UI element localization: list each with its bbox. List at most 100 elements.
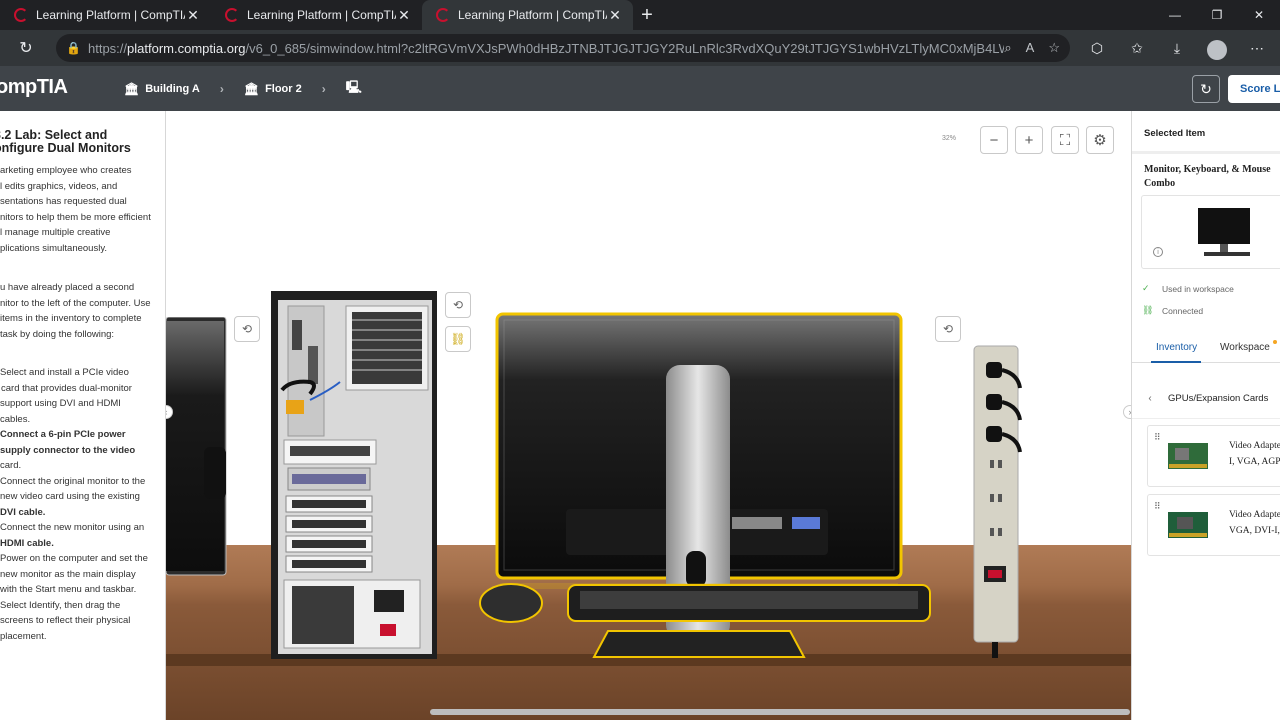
favorite-star-icon[interactable]: ☆ <box>1048 40 1060 56</box>
browser-tab-1[interactable]: Learning Platform | CompTIA ✕ <box>0 0 211 30</box>
selected-item-card[interactable] <box>1141 195 1280 269</box>
step-line: screens to reflect their physical <box>0 615 131 626</box>
tab-inventory[interactable]: Inventory <box>1156 342 1197 353</box>
step-line: new video card using the existing <box>0 491 140 502</box>
instructions-panel: 3.2 Lab: Select and onfigure Dual Monito… <box>0 111 166 720</box>
disconnect-button[interactable]: ⛓ <box>445 326 471 352</box>
extensions-icon[interactable]: ⬡ <box>1082 34 1112 62</box>
reset-lab-button[interactable]: ↻ <box>1192 75 1220 103</box>
breadcrumb-floor[interactable]: 🏛 Floor 2 <box>244 82 302 96</box>
close-icon[interactable]: ✕ <box>396 7 412 24</box>
step-line: card that provides dual-monitor <box>1 382 132 394</box>
workstation-icon: 🖳 <box>345 80 362 94</box>
task-line: u have already placed a second <box>0 282 135 293</box>
browser-tab-bar: Learning Platform | CompTIA ✕ Learning P… <box>0 0 1280 30</box>
settings-button[interactable]: ⚙ <box>1086 126 1114 154</box>
avatar-icon <box>1207 40 1227 60</box>
minimize-icon[interactable]: — <box>1154 0 1196 30</box>
step-line: supply connector to the video <box>0 444 136 456</box>
zoom-icon[interactable]: ⌕ <box>1004 40 1011 56</box>
label-line: Video Adapter, D <box>1229 441 1280 451</box>
toolbar-icons: ⬡ ✩ ⤓ ⋯ <box>1082 34 1272 62</box>
profile-avatar[interactable] <box>1202 34 1232 62</box>
minus-icon: − <box>989 131 999 149</box>
breadcrumb-workstation[interactable]: 🖳 <box>346 78 362 99</box>
intro-line: sentations has requested dual <box>0 196 127 207</box>
drag-handle-icon[interactable]: ⠿ <box>1154 501 1161 512</box>
lock-icon: 🔒 <box>66 41 81 55</box>
zoom-in-button[interactable]: + <box>1015 126 1043 154</box>
unlink-icon: ⛓ <box>450 332 466 346</box>
lab-title: 3.2 Lab: Select and onfigure Dual Monito… <box>0 129 164 155</box>
inventory-item[interactable]: ⠿ Video Adapter, VGA, DVI-I, HD <box>1147 494 1280 556</box>
tab-title: Learning Platform | CompTIA <box>458 8 607 22</box>
category-header[interactable]: ‹ GPUs/Expansion Cards <box>1132 379 1280 419</box>
building-icon: 🏛 <box>124 81 140 96</box>
info-icon[interactable]: i <box>1153 247 1163 257</box>
selected-item-panel: Selected Item Monitor, Keyboard, & Mouse… <box>1131 111 1280 720</box>
step-line: cables. <box>0 413 31 425</box>
comptia-favicon-icon <box>14 8 28 22</box>
window-close-icon[interactable]: ✕ <box>1238 0 1280 30</box>
panel-heading: Selected Item <box>1144 128 1206 139</box>
keyboard[interactable] <box>566 583 934 627</box>
close-icon[interactable]: ✕ <box>185 7 201 24</box>
status-label: Connected <box>1162 305 1204 316</box>
rotate-monitor-button[interactable]: ⟲ <box>935 316 961 342</box>
task-line: nitor to the left of the computer. Use <box>0 297 151 309</box>
inventory-item[interactable]: ⠿ Video Adapter, D I, VGA, AGP <box>1147 425 1280 487</box>
power-strip[interactable] <box>972 344 1032 660</box>
fullscreen-button[interactable]: ⛶ <box>1051 126 1079 154</box>
status-connected: ⛓ Connected <box>1142 305 1203 316</box>
more-menu-icon[interactable]: ⋯ <box>1242 34 1272 62</box>
chevron-right-icon: › <box>321 81 326 96</box>
step-line: card. <box>0 460 22 471</box>
window-controls: — ❐ ✕ <box>1154 0 1280 30</box>
collapse-right-panel-button[interactable]: › <box>1123 405 1131 419</box>
lab-workspace: 32% − + ⛶ ⚙ ⟲ ⟲ ⛓ ⟲ <box>166 111 1131 720</box>
comptia-favicon-icon <box>225 8 239 22</box>
tab-title: Learning Platform | CompTIA <box>247 8 396 22</box>
breadcrumb-building[interactable]: 🏛 Building A <box>124 82 200 96</box>
tab-workspace[interactable]: Workspace <box>1220 342 1270 353</box>
maximize-icon[interactable]: ❐ <box>1196 0 1238 30</box>
rotate-tower-button[interactable]: ⟲ <box>445 292 471 318</box>
rotate-icon: ⟲ <box>241 322 253 336</box>
chevron-left-icon[interactable]: ‹ <box>1132 393 1168 404</box>
status-used: ✓ Used in workspace <box>1142 283 1234 294</box>
label-line: Video Adapter, <box>1229 510 1280 520</box>
browser-tab-2[interactable]: Learning Platform | CompTIA ✕ <box>211 0 422 30</box>
link-icon: ⛓ <box>1142 305 1154 315</box>
breadcrumb-label: Building A <box>145 82 200 95</box>
step-line: placement. <box>0 630 47 642</box>
horizontal-scrollbar[interactable] <box>430 709 1130 715</box>
browser-tab-3[interactable]: Learning Platform | CompTIA ✕ <box>422 0 633 30</box>
url-bar[interactable]: 🔒 https://platform.comptia.org/v6_0_685/… <box>56 34 1070 62</box>
task-line: task by doing the following: <box>0 328 115 340</box>
intro-line: nitors to help them be more efficient <box>0 211 151 223</box>
downloads-icon[interactable]: ⤓ <box>1162 34 1192 62</box>
step-line: Select Identify, then drag the <box>0 599 121 611</box>
app-header: ompTIA 🏛 Building A › 🏛 Floor 2 › 🖳 ↻ Sc… <box>0 66 1280 111</box>
new-tab-icon[interactable]: + <box>633 0 661 30</box>
reload-icon[interactable]: ↻ <box>9 33 43 63</box>
floor-icon: 🏛 <box>243 81 260 96</box>
active-tab-indicator <box>1151 361 1201 363</box>
breadcrumb-label: Floor 2 <box>265 82 302 95</box>
close-icon[interactable]: ✕ <box>607 7 623 24</box>
favorites-icon[interactable]: ✩ <box>1122 34 1152 62</box>
mouse[interactable] <box>478 582 544 624</box>
drag-handle-icon[interactable]: ⠿ <box>1154 432 1161 443</box>
pc-tower[interactable] <box>270 290 438 660</box>
comptia-logo: ompTIA <box>0 76 68 98</box>
intro-line: arketing employee who creates <box>0 165 132 176</box>
category-title: GPUs/Expansion Cards <box>1168 393 1269 404</box>
step-line: HDMI cable. <box>0 537 54 549</box>
zoom-out-button[interactable]: − <box>980 126 1008 154</box>
tab-title: Learning Platform | CompTIA <box>36 8 185 22</box>
zoom-level: 32% <box>942 135 957 142</box>
rotate-view-button[interactable]: ⟲ <box>234 316 260 342</box>
read-aloud-icon[interactable]: A <box>1026 40 1035 56</box>
second-monitor[interactable] <box>166 317 228 577</box>
score-lab-button[interactable]: Score La <box>1228 75 1280 103</box>
